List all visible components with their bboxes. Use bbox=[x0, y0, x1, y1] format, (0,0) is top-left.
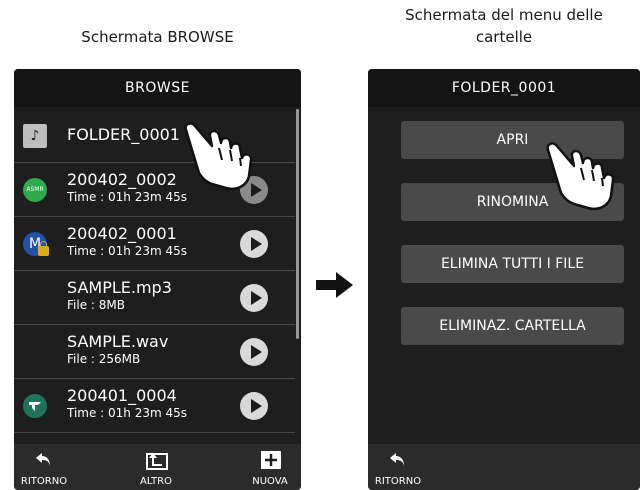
play-icon[interactable] bbox=[240, 284, 268, 312]
mic-lock-badge-icon: M bbox=[23, 232, 49, 256]
new-folder-icon bbox=[261, 451, 281, 469]
folder-menu-bottom-bar: RITORNO bbox=[368, 444, 640, 490]
asmr-badge-icon: ASMR bbox=[23, 178, 47, 202]
list-item-name: SAMPLE.wav bbox=[67, 332, 169, 351]
tap-hand-icon bbox=[184, 122, 253, 191]
list-item-name: FOLDER_0001 bbox=[67, 125, 180, 144]
browse-screen-caption: Schermata BROWSE bbox=[81, 28, 234, 46]
list-item-detail: Time : 01h 23m 45s bbox=[67, 244, 188, 258]
list-item-detail: File : 8MB bbox=[67, 298, 125, 312]
list-item-file[interactable]: 200401_0004 Time : 01h 23m 45s bbox=[14, 379, 295, 433]
back-label: RITORNO bbox=[20, 476, 68, 487]
folder-menu-caption-line1: Schermata del menu delle bbox=[405, 6, 603, 24]
play-icon[interactable] bbox=[240, 338, 268, 366]
folder-menu-screen: FOLDER_0001 APRI RINOMINA ELIMINA TUTTI … bbox=[368, 69, 640, 490]
list-item-name: 200402_0001 bbox=[67, 224, 177, 243]
tascam-badge-icon bbox=[23, 394, 47, 418]
back-label: RITORNO bbox=[374, 476, 422, 487]
play-icon[interactable] bbox=[240, 230, 268, 258]
list-item-file[interactable]: SAMPLE.wav File : 256MB bbox=[14, 325, 295, 379]
lock-icon bbox=[38, 241, 49, 256]
other-label: ALTRO bbox=[140, 476, 172, 487]
browse-title: BROWSE bbox=[14, 69, 301, 107]
list-item-file[interactable]: M 200402_0001 Time : 01h 23m 45s bbox=[14, 217, 295, 271]
list-item-name: SAMPLE.mp3 bbox=[67, 278, 172, 297]
folder-menu-caption: Schermata del menu delle cartelle bbox=[368, 4, 640, 48]
folder-menu-title: FOLDER_0001 bbox=[368, 69, 640, 107]
tap-hand-icon bbox=[546, 142, 615, 211]
list-item-detail: Time : 01h 23m 45s bbox=[67, 190, 188, 204]
new-label: NUOVA bbox=[252, 476, 288, 487]
folder-music-icon: ♪ bbox=[23, 124, 47, 148]
back-arrow-icon bbox=[36, 453, 50, 466]
other-button[interactable]: ALTRO bbox=[126, 444, 186, 490]
back-button[interactable]: RITORNO bbox=[368, 444, 428, 490]
list-item-detail: Time : 01h 23m 45s bbox=[67, 406, 188, 420]
right-arrow-icon bbox=[316, 272, 353, 298]
list-item-name: 200401_0004 bbox=[67, 386, 177, 405]
delete-folder-button[interactable]: ELIMINAZ. CARTELLA bbox=[401, 307, 624, 345]
folder-up-icon bbox=[146, 453, 168, 470]
browse-bottom-bar: RITORNO ALTRO NUOVA bbox=[14, 444, 301, 490]
list-item-name: 200402_0002 bbox=[67, 170, 177, 189]
folder-menu-caption-line2: cartelle bbox=[475, 28, 533, 46]
list-item-file[interactable]: SAMPLE.mp3 File : 8MB bbox=[14, 271, 295, 325]
back-arrow-icon bbox=[390, 453, 404, 466]
back-button[interactable]: RITORNO bbox=[14, 444, 74, 490]
play-icon[interactable] bbox=[240, 392, 268, 420]
list-scrollbar[interactable] bbox=[296, 109, 299, 339]
new-button[interactable]: NUOVA bbox=[240, 444, 300, 490]
delete-all-files-button[interactable]: ELIMINA TUTTI I FILE bbox=[401, 245, 624, 283]
list-item-detail: File : 256MB bbox=[67, 352, 141, 366]
